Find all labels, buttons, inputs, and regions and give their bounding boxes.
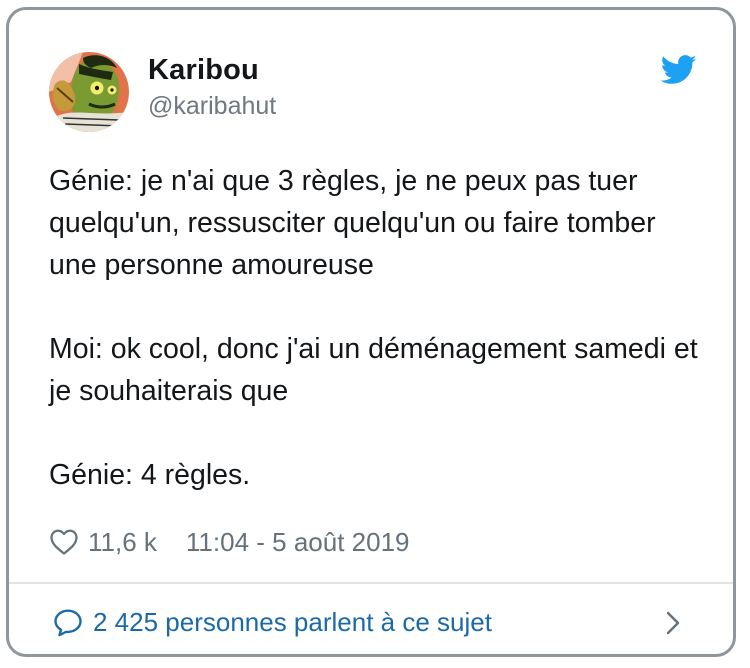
speech-bubble-icon <box>54 608 82 636</box>
divider <box>9 582 733 584</box>
tweet-card: Karibou @karibahut Génie: je n'ai que 3 … <box>6 7 736 657</box>
timestamp[interactable]: 11:04 - 5 août 2019 <box>186 527 410 558</box>
tweet-meta: 11,6 k 11:04 - 5 août 2019 <box>49 525 410 559</box>
chevron-right-icon[interactable] <box>663 610 683 636</box>
avatar[interactable] <box>49 52 129 132</box>
handle[interactable]: @karibahut <box>148 92 276 121</box>
tweet-paragraph: Moi: ok cool, donc j'ai un déménagement … <box>49 333 698 407</box>
conversation-label: 2 425 personnes parlent à ce sujet <box>93 606 492 637</box>
tweet-text: Génie: je n'ai que 3 règles, je ne peux … <box>49 160 709 496</box>
tweet-paragraph: Génie: je n'ai que 3 règles, je ne peux … <box>49 165 656 281</box>
twitter-bird-icon[interactable] <box>661 55 697 85</box>
avatar-genie-illustration <box>49 52 129 132</box>
heart-icon[interactable] <box>49 528 79 556</box>
conversation-link[interactable]: 2 425 personnes parlent à ce sujet <box>53 605 492 639</box>
tweet-paragraph: Génie: 4 règles. <box>49 459 251 491</box>
display-name[interactable]: Karibou <box>148 54 259 87</box>
like-count[interactable]: 11,6 k <box>88 527 157 558</box>
